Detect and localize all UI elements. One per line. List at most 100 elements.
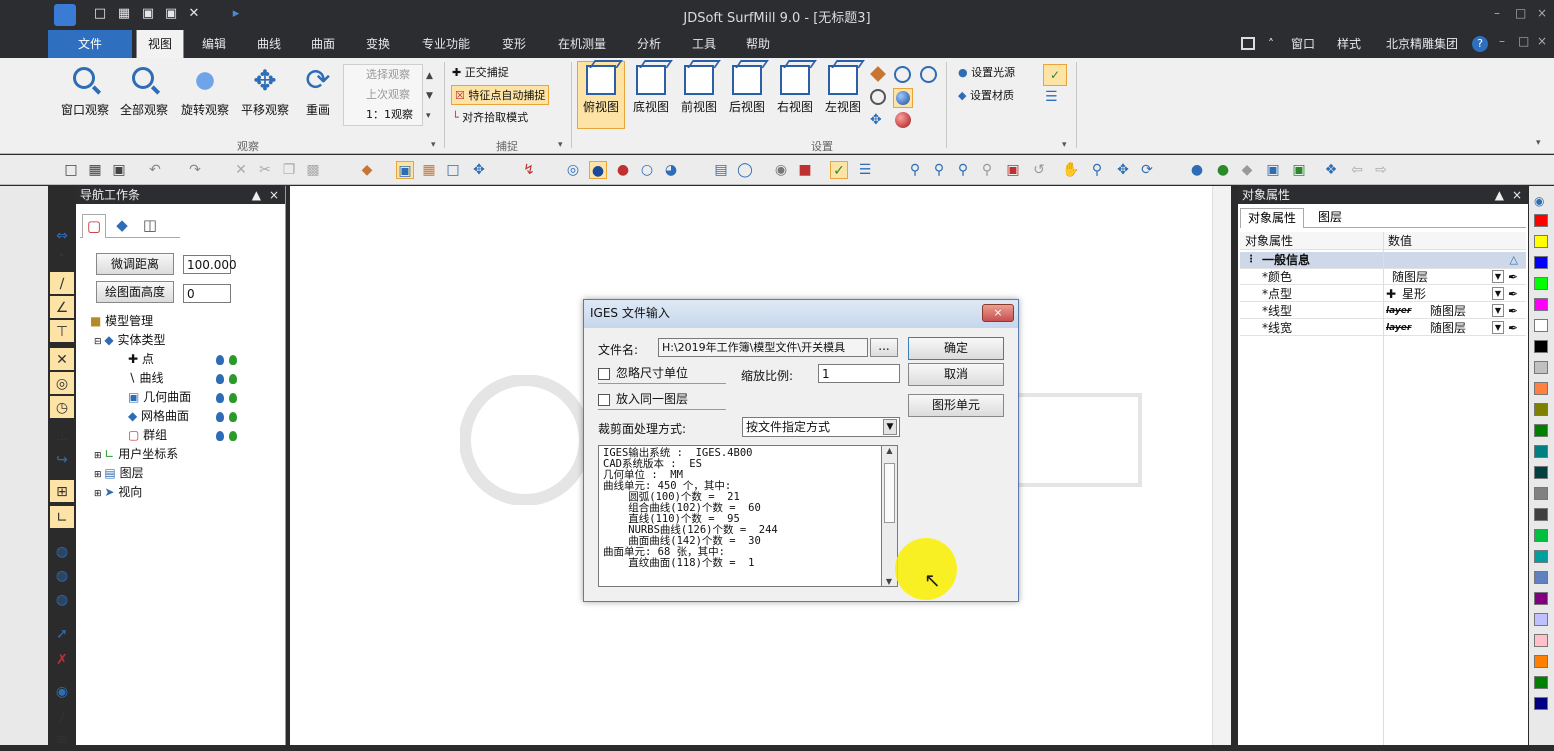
- color-swatch[interactable]: [1534, 361, 1548, 374]
- frame-green-icon[interactable]: ▣: [1290, 161, 1308, 179]
- rotate-observe-button[interactable]: 旋转观察: [177, 62, 233, 118]
- center-tool-icon[interactable]: ◎: [50, 372, 74, 394]
- tab-analysis[interactable]: 分析: [627, 30, 671, 58]
- paste-icon[interactable]: ▩: [304, 161, 322, 179]
- back-view-button[interactable]: 后视图: [724, 62, 770, 115]
- color-swatch[interactable]: [1534, 529, 1548, 542]
- eyedropper-icon[interactable]: ✒: [1508, 320, 1518, 336]
- color-swatch[interactable]: [1534, 298, 1548, 311]
- file-name-field[interactable]: H:\2019年工作簿\模型文件\开关模具: [658, 338, 868, 357]
- hidden-sphere-icon[interactable]: [920, 66, 937, 83]
- color-swatch[interactable]: [1534, 592, 1548, 605]
- color-swatch[interactable]: [1534, 214, 1548, 227]
- box-select-icon[interactable]: ▣: [396, 161, 414, 179]
- draw-height-button[interactable]: 绘图面高度: [96, 281, 174, 303]
- ribbon-options-icon[interactable]: ▾: [1536, 138, 1541, 148]
- settings-expand-icon[interactable]: ▾: [1062, 140, 1067, 150]
- scale-input[interactable]: 1: [818, 364, 900, 383]
- observe-scroll-arrows-icon[interactable]: ▲ ▼ ▾: [426, 66, 433, 126]
- tree-item-point[interactable]: ✚ 点: [90, 350, 280, 369]
- layer-tab-icon[interactable]: ◆: [110, 214, 134, 238]
- pick-tool-icon[interactable]: ➚: [50, 622, 74, 644]
- surface-a-icon[interactable]: ◍: [50, 540, 74, 562]
- set-light-item[interactable]: ● 设置光源: [958, 63, 1015, 83]
- snap-expand-icon[interactable]: ▾: [558, 140, 563, 150]
- fine-distance-button[interactable]: 微调距离: [96, 253, 174, 275]
- maximize-button[interactable]: □: [1515, 6, 1526, 20]
- wire-box-icon[interactable]: □: [444, 161, 462, 179]
- left-view-button[interactable]: 左视图: [820, 62, 866, 115]
- color-swatch[interactable]: [1534, 550, 1548, 563]
- zoom-out-icon[interactable]: ⚲: [930, 161, 948, 179]
- color-swatch[interactable]: [1534, 697, 1548, 710]
- window-observe-button[interactable]: 窗口观察: [58, 62, 112, 118]
- display-toggle-icon[interactable]: ✓: [1043, 64, 1067, 86]
- palette-icon[interactable]: ◉: [1534, 194, 1544, 208]
- full-observe-button[interactable]: 全部观察: [117, 62, 171, 118]
- open-icon[interactable]: ▦: [86, 161, 104, 179]
- tab-tools[interactable]: 工具: [682, 30, 726, 58]
- shaded-cube-icon[interactable]: [870, 66, 886, 82]
- color-swatch[interactable]: [1534, 445, 1548, 458]
- intersect-tool-icon[interactable]: ✕: [50, 348, 74, 370]
- expand-icon[interactable]: ‣: [50, 244, 74, 266]
- tab-surface[interactable]: 曲面: [301, 30, 345, 58]
- color-swatch[interactable]: [1534, 676, 1548, 689]
- color-swatch[interactable]: [1534, 277, 1548, 290]
- nav-close-icon[interactable]: ×: [269, 186, 279, 204]
- smooth-shade-toggle[interactable]: [893, 88, 913, 108]
- globe-icon[interactable]: ◕: [662, 161, 680, 179]
- measure-tool-icon[interactable]: ∟: [50, 506, 74, 528]
- set-material-item[interactable]: ◆ 设置材质: [958, 86, 1014, 106]
- minimize-button[interactable]: –: [1494, 6, 1500, 20]
- tab-measure[interactable]: 在机测量: [547, 30, 617, 58]
- zoom-plus-icon[interactable]: ⚲: [1088, 161, 1106, 179]
- tree-entity-type[interactable]: ⊟ ◆ 实体类型: [90, 331, 280, 350]
- path-tab-icon[interactable]: ◫: [138, 214, 162, 238]
- pick-mode-icon[interactable]: ↯: [520, 161, 538, 179]
- new-icon[interactable]: □: [62, 161, 80, 179]
- tab-layer[interactable]: 图层: [1310, 208, 1350, 228]
- display-check-icon[interactable]: ✓: [830, 161, 848, 179]
- tab-help[interactable]: 帮助: [736, 30, 780, 58]
- scroll-thumb[interactable]: [884, 463, 895, 523]
- wire-sphere-icon[interactable]: ◎: [564, 161, 582, 179]
- color-swatch[interactable]: [1534, 613, 1548, 626]
- same-layer-checkbox[interactable]: 放入同一图层: [598, 390, 726, 410]
- color-swatch[interactable]: [1534, 634, 1548, 647]
- grid-tool-icon[interactable]: ⊞: [50, 480, 74, 502]
- move-arrows-icon[interactable]: ⇔: [50, 224, 74, 246]
- bottom-view-button[interactable]: 底视图: [628, 62, 674, 115]
- list-icon[interactable]: ☰: [856, 161, 874, 179]
- save-icon[interactable]: ▣: [110, 161, 128, 179]
- browse-button[interactable]: ...: [870, 338, 898, 357]
- zoom-dynamic-icon[interactable]: ↺: [1030, 161, 1048, 179]
- tab-deform[interactable]: 变形: [492, 30, 536, 58]
- network-icon[interactable]: ❖: [1322, 161, 1340, 179]
- zoom-window-icon[interactable]: ⚲: [906, 161, 924, 179]
- render-icon[interactable]: ◉: [772, 161, 790, 179]
- pan-observe-button[interactable]: ✥ 平移观察: [237, 62, 293, 118]
- scroll-down-icon[interactable]: ▼: [882, 577, 896, 586]
- redo-icon[interactable]: ↷: [186, 161, 204, 179]
- pin-icon[interactable]: ▲: [1495, 186, 1504, 204]
- redraw-button[interactable]: ⟳ 重画: [298, 62, 338, 118]
- tree-item-curve[interactable]: ∖ 曲线: [90, 369, 280, 388]
- tree-item-mesh-surface[interactable]: ◆ 网格曲面: [90, 407, 280, 426]
- light-blue-icon[interactable]: ●: [1188, 161, 1206, 179]
- color-swatch[interactable]: [1534, 256, 1548, 269]
- tree-item-group[interactable]: ▢ 群组: [90, 426, 280, 445]
- visibility-bulbs[interactable]: [216, 350, 242, 369]
- surface-c-icon[interactable]: ◍: [50, 588, 74, 610]
- red-sphere-icon[interactable]: ●: [614, 161, 632, 179]
- chevron-down-icon[interactable]: ▼: [1492, 270, 1504, 283]
- right-view-button[interactable]: 右视图: [772, 62, 818, 115]
- list-settings-icon[interactable]: ☰: [1045, 89, 1065, 107]
- zoom-extents-icon[interactable]: ▣: [1004, 161, 1022, 179]
- dim-tool-icon[interactable]: ≡: [50, 728, 74, 750]
- color-swatch[interactable]: [1534, 319, 1548, 332]
- angle-line-icon[interactable]: ∠: [50, 296, 74, 318]
- tab-object-props[interactable]: 对象属性: [1240, 208, 1304, 228]
- shaded-sphere-icon[interactable]: ●: [589, 161, 607, 179]
- graphic-unit-button[interactable]: 图形单元: [908, 394, 1004, 417]
